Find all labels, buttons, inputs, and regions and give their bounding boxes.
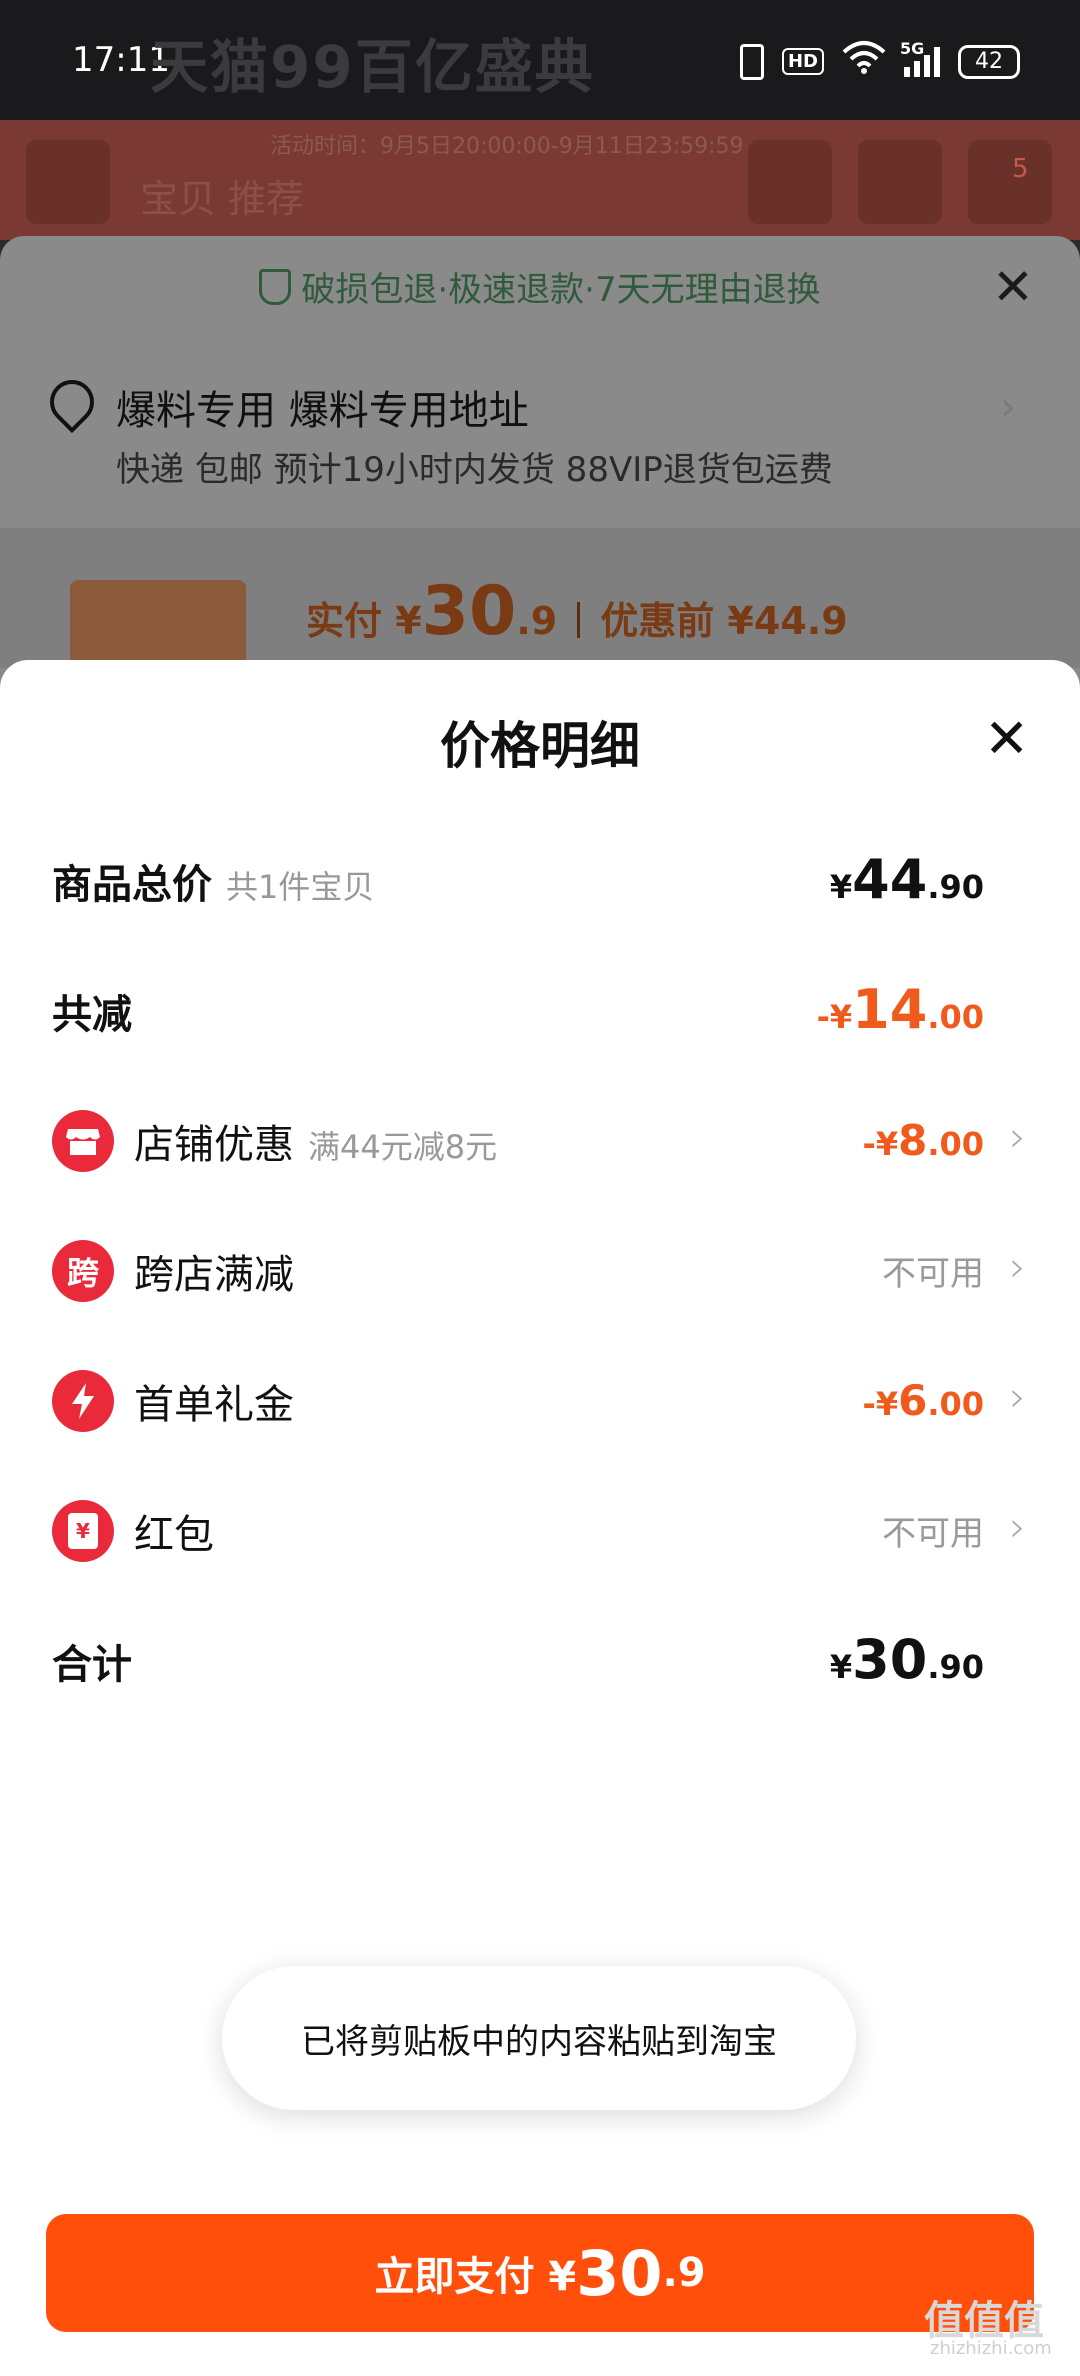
divider [577, 602, 581, 638]
chevron-right-icon: › [1009, 1242, 1026, 1291]
row-sum: 合计 ¥30.90 [0, 1622, 1080, 1702]
currency: ¥ [829, 868, 853, 906]
cross-store-label: 跨店满减 [134, 1252, 294, 1298]
cart-badge: 5 [1012, 154, 1029, 184]
watermark-url: zhizhizhi.com [930, 2338, 1052, 2359]
sum-amount: ¥30.90 [830, 1628, 984, 1691]
cart-button[interactable] [858, 140, 942, 224]
row-red-packet[interactable]: ¥ 红包 不可用 › [0, 1492, 1080, 1572]
amount-int: 14 [852, 978, 928, 1041]
total-reduce-label: 共减 [52, 992, 132, 1038]
share-button[interactable] [748, 140, 832, 224]
amount-int: 30 [852, 1628, 928, 1691]
amount-dec: .00 [927, 1125, 984, 1163]
store-discount-text: 店铺优惠 [134, 1122, 294, 1168]
row-cross-store[interactable]: 跨 跨店满减 不可用 › [0, 1232, 1080, 1312]
paid-summary: 实付 ¥30.9 优惠前 ¥44.9 [306, 572, 848, 651]
hd-icon: HD [781, 48, 824, 75]
amount-dec: .90 [927, 868, 984, 906]
promo-banner: 天猫99百亿盛典 [150, 33, 595, 101]
chevron-right-icon: › [1009, 1502, 1026, 1551]
goods-count: 共1件宝贝 [226, 868, 375, 906]
guarantee-banner: 破损包退·极速退款·7天无理由退换 [0, 262, 1080, 311]
amount-int: 6 [898, 1376, 928, 1425]
row-total-reduce: 共减 -¥14.00 [0, 972, 1080, 1052]
panel-title: 价格明细 [440, 717, 640, 775]
red-packet-symbol: ¥ [68, 1513, 98, 1549]
cross-store-icon: 跨 [52, 1240, 114, 1302]
red-packet-status: 不可用 [882, 1514, 984, 1554]
total-reduce-amount: -¥14.00 [817, 978, 984, 1041]
status-icons: HD 5G 42 [739, 39, 1020, 83]
nav-title: 宝贝 推荐 [140, 177, 305, 221]
cross-store-status: 不可用 [882, 1254, 984, 1294]
row-store-discount[interactable]: 店铺优惠 满44元减8元 -¥8.00 › [0, 1102, 1080, 1182]
amount-prefix: -¥ [862, 1125, 899, 1163]
shield-icon [259, 269, 292, 305]
store-icon [52, 1110, 114, 1172]
sum-label: 合计 [52, 1642, 132, 1688]
amount-prefix: -¥ [816, 998, 853, 1036]
paid-int: 30 [421, 572, 517, 651]
promo-dates: 活动时间：9月5日20:00:00-9月11日23:59:59 [270, 134, 744, 159]
guarantee-text: 破损包退·极速退款·7天无理由退换 [301, 270, 821, 310]
address-name[interactable]: 爆料专用 爆料专用地址 [116, 378, 529, 436]
first-order-amount: -¥6.00 [863, 1376, 984, 1425]
chevron-right-icon: › [1009, 1112, 1026, 1161]
pay-now-button[interactable]: 立即支付 ¥30.9 [46, 2214, 1034, 2332]
clipboard-toast: 已将剪贴板中的内容粘贴到淘宝 [222, 1966, 856, 2110]
status-bar: 17:11 天猫99百亿盛典 HD 5G 42 [0, 0, 1080, 120]
red-packet-label: 红包 [134, 1512, 214, 1558]
store-discount-amount: -¥8.00 [863, 1116, 984, 1165]
row-first-order[interactable]: 首单礼金 -¥6.00 › [0, 1362, 1080, 1442]
chevron-right-icon[interactable]: › [1000, 384, 1016, 430]
amount-int: 44 [852, 848, 928, 911]
pay-int: 30 [576, 2236, 663, 2310]
network-type: 5G [900, 38, 925, 58]
signal-icon: 5G [900, 39, 940, 77]
amount-dec: .00 [927, 1385, 984, 1423]
more-button[interactable]: 5 [968, 140, 1052, 224]
battery-icon: 42 [958, 44, 1020, 79]
goods-total-text: 商品总价 [52, 862, 212, 908]
store-discount-label: 店铺优惠 满44元减8元 [134, 1112, 497, 1170]
red-packet-icon: ¥ [52, 1500, 114, 1562]
amount-prefix: -¥ [862, 1385, 899, 1423]
goods-total-label: 商品总价 共1件宝贝 [52, 852, 374, 910]
vibrate-icon [739, 43, 764, 80]
close-icon[interactable]: ✕ [984, 712, 1029, 766]
wifi-icon [842, 40, 886, 83]
lightning-icon [52, 1370, 114, 1432]
amount-dec: .00 [927, 998, 984, 1036]
row-goods-total: 商品总价 共1件宝贝 ¥44.90 [0, 842, 1080, 922]
order-sheet-close-icon[interactable]: ✕ [992, 262, 1034, 312]
first-order-label: 首单礼金 [134, 1382, 294, 1428]
pay-dec: .9 [662, 2250, 706, 2296]
paid-label: 实付 ¥ [306, 599, 422, 643]
back-button[interactable] [26, 140, 110, 224]
chevron-right-icon: › [1009, 1372, 1026, 1421]
before-discount: 优惠前 ¥44.9 [600, 599, 848, 643]
goods-total-amount: ¥44.90 [830, 848, 984, 911]
pay-label: 立即支付 ¥ [374, 2254, 577, 2300]
amount-dec: .90 [927, 1648, 984, 1686]
currency: ¥ [829, 1648, 853, 1686]
delivery-info: 快递 包邮 预计19小时内发货 88VIP退货包运费 [116, 450, 833, 490]
store-discount-rule: 满44元减8元 [308, 1128, 498, 1166]
amount-int: 8 [898, 1116, 928, 1165]
paid-dec: .9 [516, 599, 558, 643]
battery-level: 42 [975, 49, 1003, 74]
